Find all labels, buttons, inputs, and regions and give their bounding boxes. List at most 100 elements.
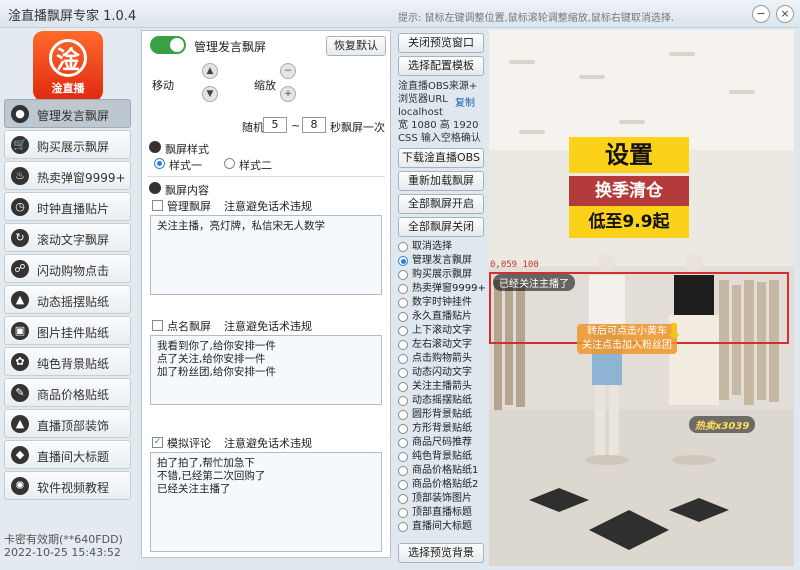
sidebar-item-label: 时钟直播贴片 [37, 202, 110, 216]
widget-radio[interactable] [398, 410, 408, 420]
move-down-icon[interactable]: ▼ [202, 86, 218, 102]
sidebar-item-10[interactable]: ✎ 商品价格贴纸 [4, 378, 131, 407]
widget-radio[interactable] [398, 382, 408, 392]
widget-radio[interactable] [398, 522, 408, 532]
close-all-button[interactable]: 全部飘屏关闭 [398, 217, 484, 237]
text-line: 拍了拍了,帮忙加急下 [157, 457, 255, 469]
widget-radio[interactable] [398, 270, 408, 280]
widget-radio[interactable] [398, 312, 408, 322]
reset-button[interactable]: 恢复默认 [326, 36, 386, 56]
random-min-input[interactable]: 5 [263, 117, 287, 133]
text-line: 关注主播，亮灯牌，私信宋无人数学 [157, 220, 325, 232]
move-label: 移动 [152, 79, 174, 92]
widget-radio[interactable] [398, 368, 408, 378]
widget-radio[interactable] [398, 494, 408, 504]
scroll-icon: ↻ [11, 229, 29, 247]
sidebar-item-label: 直播间大标题 [37, 450, 110, 464]
sidebar-item-1[interactable]: ● 管理发言飘屏 [4, 99, 131, 128]
sidebar-item-6[interactable]: ☍ 闪动购物点击 [4, 254, 131, 283]
section-textarea[interactable]: 我看到你了,给你安排一件 点了关注,给你安排一件 加了粉丝团,给你安排一件 [150, 335, 382, 405]
section-note: 注意避免话术违规 [224, 200, 312, 213]
license-text: 卡密有效期(**640FDD) [4, 533, 123, 546]
obs-info-4: 宽 1080 高 1920 [398, 120, 479, 131]
live-preview[interactable]: 设置 换季清仓 低至9.9起 0,059 100 已经关注主播了 转后可点击小黄… [489, 30, 794, 566]
comment-bubble: 已经关注主播了 [493, 274, 575, 291]
move-up-icon[interactable]: ▲ [202, 63, 218, 79]
hot-sale-badge[interactable]: 热卖x3039 [689, 416, 756, 433]
section-textarea[interactable]: 拍了拍了,帮忙加急下 不错,已经第二次回购了 已经关注主播了 [150, 452, 382, 552]
sidebar-item-5[interactable]: ↻ 滚动文字飘屏 [4, 223, 131, 252]
sidebar-item-13[interactable]: ✺ 软件视频教程 [4, 471, 131, 500]
section-label: 管理飘屏 [167, 200, 211, 213]
palette-icon: ✿ [11, 353, 29, 371]
widget-radio[interactable] [398, 340, 408, 350]
select-background-button[interactable]: 选择预览背景 [398, 543, 484, 563]
title-price[interactable]: 低至9.9起 [569, 206, 689, 238]
widget-radio[interactable] [398, 424, 408, 434]
widget-radio[interactable] [398, 396, 408, 406]
widget-radio[interactable] [398, 480, 408, 490]
text-line: 不错,已经第二次回购了 [157, 470, 266, 482]
datetime-text: 2022-10-25 15:43:52 [4, 546, 121, 559]
app-logo: 淦 淦直播 [33, 31, 103, 101]
sidebar-item-label: 直播顶部装饰 [37, 419, 110, 433]
zoom-in-icon[interactable]: + [280, 86, 296, 102]
widget-radio[interactable] [398, 438, 408, 448]
sidebar-item-label: 动态摇摆贴纸 [37, 295, 110, 309]
hint-text: 提示: 鼠标左键调整位置,鼠标滚轮调整缩放,鼠标右键取消选择. [398, 13, 675, 24]
widget-radio[interactable] [398, 298, 408, 308]
style-two-radio[interactable] [224, 158, 235, 169]
title-sub[interactable]: 换季清仓 [569, 176, 689, 206]
widget-label: 热卖弹窗9999+ [412, 283, 486, 294]
widget-label: 圆形背景贴纸 [412, 409, 472, 420]
sidebar-item-4[interactable]: ◷ 时钟直播贴片 [4, 192, 131, 221]
video-icon: ✺ [11, 477, 29, 495]
panel-header: 管理发言飘屏 [194, 40, 267, 54]
widget-radio[interactable] [398, 354, 408, 364]
close-preview-button[interactable]: 关闭预览窗口 [398, 33, 484, 53]
sidebar-item-7[interactable]: ▲ 动态摇摆贴纸 [4, 285, 131, 314]
obs-info-1: 淦直播OBS来源+ [398, 81, 478, 92]
sidebar-item-11[interactable]: ▲ 直播顶部装饰 [4, 409, 131, 438]
widget-label: 左右滚动文字 [412, 339, 472, 350]
widget-radio[interactable] [398, 452, 408, 462]
widget-radio[interactable] [398, 508, 408, 518]
title-main[interactable]: 设置 [569, 137, 689, 173]
section-checkbox[interactable] [152, 320, 163, 331]
divider [147, 176, 385, 177]
price-tag-icon: ✎ [11, 384, 29, 402]
text-line: 已经关注主播了 [157, 483, 231, 495]
section-checkbox[interactable]: ✓ [152, 437, 163, 448]
reload-button[interactable]: 重新加载飘屏 [398, 171, 484, 191]
random-max-input[interactable]: 8 [302, 117, 326, 133]
sidebar-item-2[interactable]: 🛒 购买展示飘屏 [4, 130, 131, 159]
content-title: 飘屏内容 [165, 184, 209, 197]
widget-label: 取消选择 [412, 241, 452, 252]
sidebar-item-9[interactable]: ✿ 纯色背景贴纸 [4, 347, 131, 376]
logo-char: 淦 [56, 45, 80, 74]
sidebar-item-8[interactable]: ▣ 图片挂件贴纸 [4, 316, 131, 345]
sidebar-item-12[interactable]: ◆ 直播间大标题 [4, 440, 131, 469]
title-icon: ◆ [11, 446, 29, 464]
cart-icon: 🛒 [11, 136, 29, 154]
zoom-out-icon[interactable]: − [280, 63, 296, 79]
style-one-radio[interactable] [154, 158, 165, 169]
download-obs-button[interactable]: 下载淦直播OBS [398, 148, 484, 168]
minimize-button[interactable]: − [752, 5, 770, 23]
sidebar-item-label: 热卖弹窗9999+ [37, 171, 126, 185]
widget-label: 动态闪动文字 [412, 367, 472, 378]
section-textarea[interactable]: 关注主播，亮灯牌，私信宋无人数学 [150, 215, 382, 295]
widget-radio[interactable] [398, 466, 408, 476]
sidebar-item-3[interactable]: ♨ 热卖弹窗9999+ [4, 161, 131, 190]
widget-radio[interactable] [398, 242, 408, 252]
close-button[interactable]: × [776, 5, 794, 23]
section-checkbox[interactable] [152, 200, 163, 211]
widget-radio[interactable] [398, 284, 408, 294]
widget-label: 点击购物箭头 [412, 353, 472, 364]
enable-toggle[interactable] [150, 36, 186, 54]
open-all-button[interactable]: 全部飘屏开启 [398, 194, 484, 214]
widget-radio[interactable] [398, 256, 408, 266]
ticker-sticker[interactable]: 转后可点击小黄车 关注点击加入粉丝团 [577, 324, 677, 354]
select-template-button[interactable]: 选择配置模板 [398, 56, 484, 76]
widget-radio[interactable] [398, 326, 408, 336]
